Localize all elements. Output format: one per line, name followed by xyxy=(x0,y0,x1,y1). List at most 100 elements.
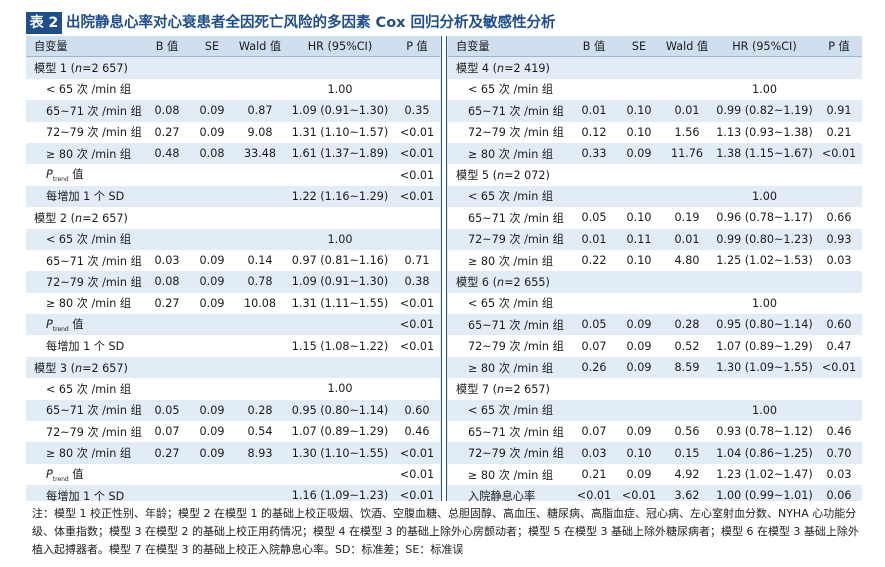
table-row: 72~79 次 /min 组 0.08 0.09 0.78 1.09 (0.91~1.3… xyxy=(26,271,440,292)
n-symbol: n xyxy=(496,275,505,289)
row-label: 65~71 次 /min 组 xyxy=(46,104,142,118)
b-cell: 0.27 xyxy=(154,446,180,460)
p-trend-sub: trend xyxy=(52,176,69,184)
wald-cell: 0.28 xyxy=(247,403,273,417)
table-row: Ptrend 值 <0.01 xyxy=(26,164,440,186)
se-cell: 0.09 xyxy=(626,468,652,481)
wald-cell: 1.56 xyxy=(674,125,700,139)
table-row: 模型 4 (n=2 419) xyxy=(448,57,862,78)
p-cell: 0.03 xyxy=(826,468,852,481)
hr-cell: 1.00 xyxy=(327,382,353,396)
row-label: 65~71 次 /min 组 xyxy=(468,318,564,332)
b-cell: 0.01 xyxy=(581,232,607,246)
p-trend-sub: trend xyxy=(52,326,69,334)
b-cell: 0.05 xyxy=(581,318,607,332)
table-row: < 65 次 /min 组 1.00 xyxy=(26,78,440,101)
model-label: 模型 1 (n=2 657) xyxy=(34,62,128,76)
table-row: ≥ 80 次 /min 组 0.27 0.09 10.08 1.31 (1.11~1.5… xyxy=(26,292,440,315)
header-wald: Wald 值 xyxy=(238,40,282,54)
model-name: 模型 3 xyxy=(34,361,68,375)
wald-cell: 0.14 xyxy=(247,254,273,268)
se-cell: 0.10 xyxy=(626,104,652,118)
header-variable: 自变量 xyxy=(456,40,490,54)
row-label: 72~79 次 /min 组 xyxy=(46,425,142,439)
model-name: 模型 5 xyxy=(456,169,490,183)
row-label: 72~79 次 /min 组 xyxy=(46,275,142,289)
p-cell: 0.66 xyxy=(826,211,852,225)
table-row: < 65 次 /min 组 1.00 xyxy=(448,400,862,421)
b-cell: 0.03 xyxy=(581,446,607,460)
wald-cell: 0.56 xyxy=(674,425,700,439)
se-cell: 0.11 xyxy=(626,232,652,246)
p-cell: <0.01 xyxy=(399,318,435,332)
se-cell: 0.09 xyxy=(199,296,225,310)
title-row: 表 2 出院静息心率对心衰患者全因死亡风险的多因素 Cox 回归分析及敏感性分析 xyxy=(26,12,862,34)
p-cell: <0.01 xyxy=(399,189,435,203)
wald-cell: 4.80 xyxy=(674,254,700,268)
row-label: 65~71 次 /min 组 xyxy=(46,404,142,418)
p-cell: 0.60 xyxy=(404,403,430,417)
se-cell: 0.09 xyxy=(626,147,652,161)
wald-cell: 11.76 xyxy=(670,147,704,161)
table-row: 72~79 次 /min 组 0.01 0.11 0.01 0.99 (0.80~1.2… xyxy=(448,229,862,250)
hr-cell: 1.30 (1.09~1.55) xyxy=(716,361,813,375)
table-row: 72~79 次 /min 组 0.03 0.10 0.15 1.04 (0.86~1.2… xyxy=(448,442,862,463)
row-label: 65~71 次 /min 组 xyxy=(468,104,564,118)
table-header-row: 自变量 B 值 SE Wald 值 HR (95%CI) P 值 xyxy=(448,36,862,58)
n-symbol: n xyxy=(74,211,83,225)
se-cell: 0.09 xyxy=(626,361,652,375)
model-n: 2 419 xyxy=(513,62,546,76)
hr-cell: 0.99 (0.82~1.19) xyxy=(716,104,813,118)
se-cell: 0.09 xyxy=(626,425,652,439)
se-cell: 0.09 xyxy=(199,446,225,460)
se-cell: 0.09 xyxy=(199,275,225,289)
p-cell: <0.01 xyxy=(399,446,435,460)
row-label: 每增加 1 个 SD xyxy=(46,190,125,204)
p-trend-label: Ptrend 值 xyxy=(26,466,144,483)
p-cell: 0.60 xyxy=(826,318,852,332)
hr-cell: 1.09 (0.91~1.30) xyxy=(291,275,389,289)
hr-cell: 1.07 (0.89~1.29) xyxy=(716,339,813,353)
model-label: 模型 7 (n=2 657) xyxy=(456,382,550,396)
b-cell: 0.07 xyxy=(581,339,607,353)
wald-cell: 0.19 xyxy=(674,211,700,225)
hr-cell: 1.09 (0.91~1.30) xyxy=(291,104,389,118)
se-cell: 0.08 xyxy=(199,147,225,161)
model-label: 模型 6 (n=2 655) xyxy=(456,275,550,289)
se-cell: 0.09 xyxy=(199,425,225,439)
header-p: P 值 xyxy=(406,40,428,54)
model-n: 2 657 xyxy=(91,361,124,375)
header-p: P 值 xyxy=(828,40,850,54)
wald-cell: 3.62 xyxy=(674,489,700,503)
b-cell: 0.07 xyxy=(154,425,180,439)
table-row: 模型 7 (n=2 657) xyxy=(448,378,862,400)
results-table: 自变量 B 值 SE Wald 值 HR (95%CI) P 值模型 1 (n=2 657… xyxy=(26,36,862,503)
table-row: < 65 次 /min 组 1.00 xyxy=(448,78,862,101)
table-row: < 65 次 /min 组 1.00 xyxy=(26,229,440,250)
se-cell: 0.10 xyxy=(626,211,652,225)
b-cell: 0.05 xyxy=(154,403,180,417)
table-row: ≥ 80 次 /min 组 0.22 0.10 4.80 1.25 (1.02~1.53… xyxy=(448,249,862,272)
hr-cell: 1.13 (0.93~1.38) xyxy=(716,125,813,139)
row-label: ≥ 80 次 /min 组 xyxy=(468,361,554,375)
table-row: 72~79 次 /min 组 0.07 0.09 0.54 1.07 (0.89~1.2… xyxy=(26,421,440,443)
p-cell: 0.46 xyxy=(826,425,852,439)
n-symbol: n xyxy=(74,62,83,76)
wald-cell: 0.54 xyxy=(247,425,273,439)
hr-cell: 1.15 (1.08~1.22) xyxy=(291,339,389,353)
hr-cell: 1.00 xyxy=(752,296,777,310)
row-label: < 65 次 /min 组 xyxy=(46,382,132,396)
row-label: ≥ 80 次 /min 组 xyxy=(46,147,132,161)
column-divider xyxy=(441,36,447,501)
hr-cell: 1.31 (1.10~1.57) xyxy=(291,125,389,139)
b-cell: <0.01 xyxy=(576,489,612,503)
hr-cell: 0.95 (0.80~1.14) xyxy=(291,403,389,417)
p-trend-label: Ptrend 值 xyxy=(26,316,144,333)
se-cell: 0.10 xyxy=(626,254,652,268)
table-row: 每增加 1 个 SD 1.16 (1.09~1.23) <0.01 xyxy=(26,485,440,506)
table-footnote: 注：模型 1 校正性别、年龄；模型 2 在模型 1 的基础上校正吸烟、饮酒、空腹… xyxy=(32,507,859,556)
hr-cell: 1.00 xyxy=(327,82,353,96)
b-cell: 0.08 xyxy=(154,275,180,289)
model-name: 模型 7 xyxy=(456,382,490,396)
b-cell: 0.22 xyxy=(581,254,607,268)
